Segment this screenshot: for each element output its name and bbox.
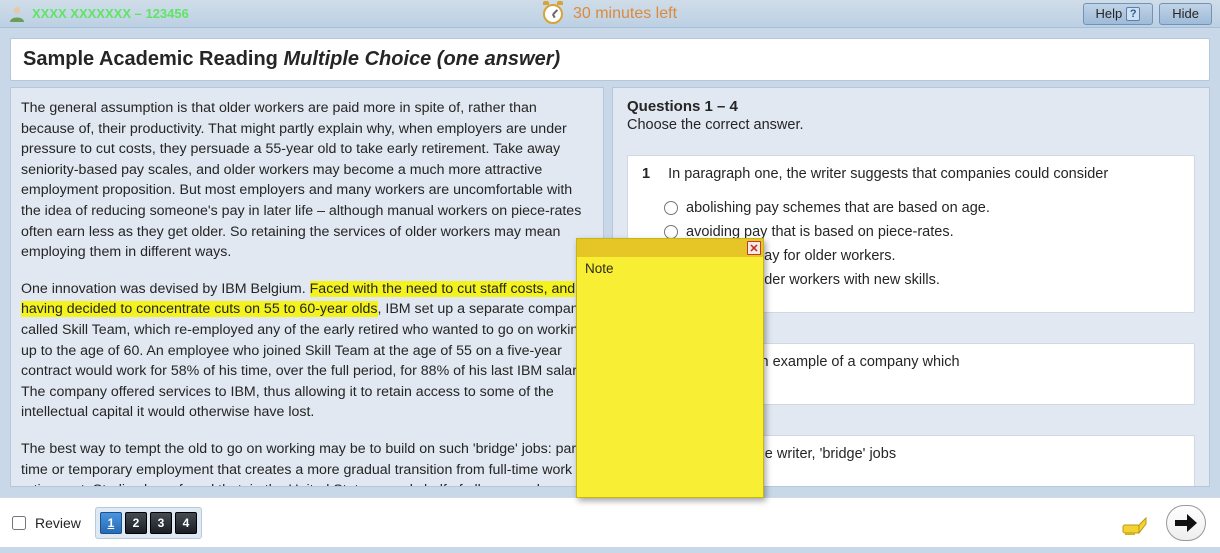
passage-paragraph: The best way to tempt the old to go on w… — [21, 439, 591, 487]
footer-nav: Review 1 2 3 4 — [0, 497, 1220, 547]
highlighter-icon[interactable] — [1120, 509, 1148, 537]
sticky-note-body[interactable]: Note — [577, 257, 763, 280]
close-icon[interactable]: ✕ — [747, 241, 761, 255]
review-checkbox-wrap[interactable]: Review — [8, 513, 81, 533]
sticky-note-header[interactable]: ✕ — [577, 239, 763, 257]
page-title: Sample Academic Reading Multiple Choice … — [10, 38, 1210, 81]
review-label: Review — [35, 515, 81, 531]
timer-text: 30 minutes left — [573, 5, 677, 23]
questions-instruction: Choose the correct answer. — [627, 117, 1195, 133]
next-button[interactable] — [1166, 505, 1206, 541]
clock-icon — [543, 4, 563, 24]
radio-input[interactable] — [664, 225, 678, 239]
nav-question-1[interactable]: 1 — [100, 512, 122, 534]
reading-passage[interactable]: The general assumption is that older wor… — [10, 87, 604, 487]
question-stem-text: In paragraph one, the writer suggests th… — [668, 166, 1108, 182]
sticky-note[interactable]: ✕ Note — [576, 238, 764, 498]
hide-button-label: Hide — [1172, 6, 1199, 21]
option-label: abolishing pay schemes that are based on… — [686, 200, 990, 216]
review-checkbox[interactable] — [12, 516, 26, 530]
answer-option[interactable]: abolishing pay schemes that are based on… — [642, 196, 1180, 220]
top-bar: XXXX XXXXXXX – 123456 30 minutes left He… — [0, 0, 1220, 28]
question-nav: 1 2 3 4 — [95, 507, 202, 539]
timer: 30 minutes left — [543, 4, 677, 24]
nav-question-3[interactable]: 3 — [150, 512, 172, 534]
nav-question-2[interactable]: 2 — [125, 512, 147, 534]
help-button-label: Help — [1096, 6, 1123, 21]
user-icon — [8, 5, 26, 23]
passage-paragraph: One innovation was devised by IBM Belgiu… — [21, 279, 591, 423]
question-number: 1 — [642, 166, 650, 182]
help-icon: ? — [1126, 7, 1140, 21]
radio-input[interactable] — [664, 201, 678, 215]
hide-button[interactable]: Hide — [1159, 3, 1212, 25]
passage-paragraph: The general assumption is that older wor… — [21, 98, 591, 263]
user-name: XXXX XXXXXXX – 123456 — [32, 6, 189, 21]
help-button[interactable]: Help ? — [1083, 3, 1154, 25]
nav-question-4[interactable]: 4 — [175, 512, 197, 534]
arrow-right-icon — [1173, 512, 1199, 534]
questions-heading: Questions 1 – 4 — [627, 98, 1195, 115]
